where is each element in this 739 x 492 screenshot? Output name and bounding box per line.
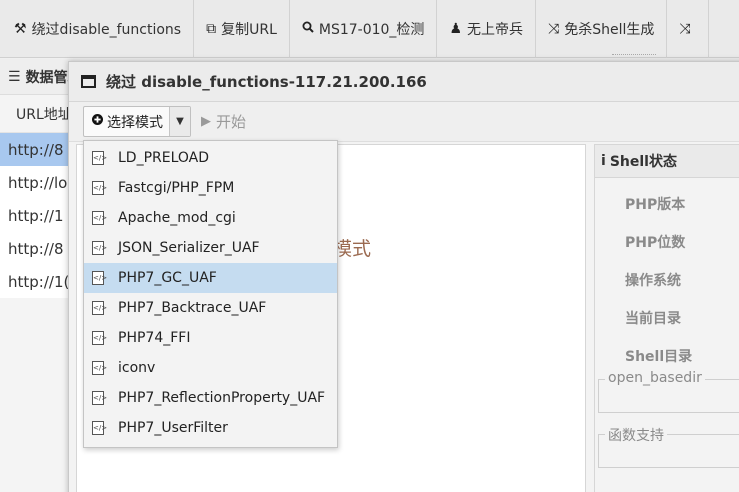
god-soldier-label: 无上帝兵 (467, 21, 523, 38)
dialog-title: 绕过 disable_functions-117.21.200.166 (106, 73, 427, 91)
file-code-icon: </> (92, 391, 107, 405)
bypass-button-label: 绕过disable_functions (31, 21, 182, 38)
shell-status-header: i Shell状态 (595, 144, 739, 178)
copy-icon: ⧉ (206, 20, 217, 37)
menu-item-ld-preload[interactable]: </> LD_PRELOAD (84, 143, 337, 173)
menu-item-label: Fastcgi/PHP_FPM (118, 180, 235, 196)
file-code-icon: </> (92, 181, 107, 195)
menu-item-apache-mod-cgi[interactable]: </> Apache_mod_cgi (84, 203, 337, 233)
menu-item-php7-reflectionproperty-uaf[interactable]: </> PHP7_ReflectionProperty_UAF (84, 383, 337, 413)
copy-url-button[interactable]: ⧉ 复制URL (194, 0, 290, 58)
php-version-label: PHP版本 (625, 197, 686, 213)
menu-item-label: PHP7_Backtrace_UAF (118, 300, 267, 316)
shell-generator-label: 免杀Shell生成 (564, 21, 655, 38)
menu-item-json-serializer-uaf[interactable]: </> JSON_Serializer_UAF (84, 233, 337, 263)
play-icon: ▶ (201, 114, 211, 129)
window-icon (81, 75, 96, 88)
file-code-icon: </> (92, 331, 107, 345)
shell-generator-button[interactable]: ⤨ 免杀Shell生成 (536, 0, 668, 58)
info-icon: i (601, 153, 606, 169)
function-support-legend: 函数支持 (605, 425, 667, 445)
chevron-down-icon[interactable]: ▼ (170, 107, 190, 136)
copy-url-label: 复制URL (221, 21, 277, 38)
file-code-icon: </> (92, 241, 107, 255)
current-dir-label: 当前目录 (625, 311, 681, 327)
shuffle-icon: ⤨ (548, 20, 560, 37)
dialog-titlebar[interactable]: 绕过 disable_functions-117.21.200.166 (69, 62, 739, 102)
person-icon: ♟ (449, 20, 462, 37)
menu-item-label: iconv (118, 360, 156, 376)
menu-item-php7-backtrace-uaf[interactable]: </> PHP7_Backtrace_UAF (84, 293, 337, 323)
mode-menu: </> LD_PRELOAD </> Fastcgi/PHP_FPM </> Apac… (83, 140, 338, 448)
shell-dir-label: Shell目录 (625, 349, 693, 365)
menu-item-label: Apache_mod_cgi (118, 210, 236, 226)
file-code-icon: </> (92, 271, 107, 285)
menu-item-fastcgi[interactable]: </> Fastcgi/PHP_FPM (84, 173, 337, 203)
file-code-icon: </> (92, 421, 107, 435)
open-basedir-group: open_basedir (598, 370, 739, 413)
menu-item-label: PHP7_UserFilter (118, 420, 228, 436)
file-code-icon: </> (92, 211, 107, 225)
os-label: 操作系统 (625, 273, 681, 289)
main-toolbar: ⚒ 绕过disable_functions ⧉ 复制URL MS17-010_检… (0, 0, 739, 58)
start-label: 开始 (216, 113, 247, 131)
menu-item-label: PHP74_FFI (118, 330, 191, 346)
hammer-icon: ⚒ (14, 20, 27, 37)
menu-item-label: JSON_Serializer_UAF (118, 240, 260, 256)
shell-status-title: Shell状态 (609, 154, 677, 170)
start-button[interactable]: ▶ 开始 (201, 111, 246, 132)
bypass-disable-functions-button[interactable]: ⚒ 绕过disable_functions (0, 0, 195, 58)
select-mode-dropdown[interactable]: 选择模式 ▼ (83, 106, 191, 137)
god-soldier-button[interactable]: ♟ 无上帝兵 (437, 0, 536, 58)
menu-item-label: LD_PRELOAD (118, 150, 210, 166)
app-window: ⚒ 绕过disable_functions ⧉ 复制URL MS17-010_检… (0, 0, 739, 492)
ms17-010-check-button[interactable]: MS17-010_检测 (290, 0, 438, 58)
shell-status-panel: i Shell状态 PHP版本 PHP位数 操作系统 当前目录 Shell目录 … (594, 144, 739, 492)
file-code-icon: </> (92, 301, 107, 315)
search-icon (302, 21, 314, 37)
open-basedir-legend: open_basedir (605, 370, 705, 386)
shuffle-icon: ⤨ (679, 20, 691, 37)
menu-item-label: PHP7_ReflectionProperty_UAF (118, 390, 326, 406)
list-icon: ☰ (8, 68, 21, 85)
menu-item-php74-ffi[interactable]: </> PHP74_FFI (84, 323, 337, 353)
ms17-010-label: MS17-010_检测 (318, 21, 425, 38)
plus-circle-icon (92, 114, 103, 129)
menu-item-php7-gc-uaf[interactable]: </> PHP7_GC_UAF (84, 263, 337, 293)
menu-item-iconv[interactable]: </> iconv (84, 353, 337, 383)
select-mode-button[interactable]: 选择模式 (84, 107, 170, 136)
file-code-icon: </> (92, 151, 107, 165)
select-mode-label: 选择模式 (107, 114, 163, 131)
menu-item-php7-userfilter[interactable]: </> PHP7_UserFilter (84, 413, 337, 443)
dialog-toolbar: 选择模式 ▼ ▶ 开始 (69, 102, 739, 142)
toolbar-divider (612, 54, 656, 56)
php-bits-label: PHP位数 (625, 235, 686, 251)
function-support-group: 函数支持 (598, 425, 739, 468)
toolbar-overflow-button[interactable]: ⤨ (667, 0, 709, 58)
file-code-icon: </> (92, 361, 107, 375)
menu-item-label: PHP7_GC_UAF (118, 270, 217, 286)
